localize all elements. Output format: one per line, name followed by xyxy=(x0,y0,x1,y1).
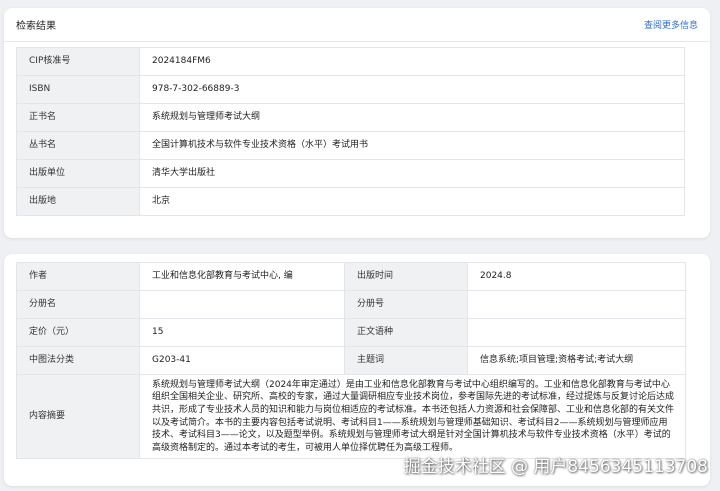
volume-name-label: 分册名 xyxy=(16,290,140,319)
result-card-title: 检索结果 xyxy=(16,21,56,32)
table-row: 出版单位 清华大学出版社 xyxy=(16,159,685,188)
subject-value: 信息系统;项目管理;资格考试;考试大纲 xyxy=(467,346,686,375)
field-value: 2024184FM6 xyxy=(139,47,685,76)
pubtime-label: 出版时间 xyxy=(344,262,468,291)
table-row: 中图法分类 G203-41 主题词 信息系统;项目管理;资格考试;考试大纲 xyxy=(16,346,686,375)
summary-value: 系统规划与管理师考试大纲（2024年审定通过）是由工业和信息化部教育与考试中心组… xyxy=(139,374,686,459)
table-row: 分册名 分册号 xyxy=(16,290,686,319)
table-row: 定价（元） 15 正文语种 xyxy=(16,318,686,347)
field-label: 正书名 xyxy=(16,103,140,132)
view-more-info-link[interactable]: 查阅更多信息 xyxy=(644,18,698,31)
field-value: 978-7-302-66889-3 xyxy=(139,75,685,104)
clc-value: G203-41 xyxy=(139,346,345,375)
summary-label: 内容摘要 xyxy=(16,374,140,459)
field-label: 丛书名 xyxy=(16,131,140,160)
language-value xyxy=(467,318,686,347)
pubtime-value: 2024.8 xyxy=(467,262,686,291)
field-label: CIP核准号 xyxy=(16,47,140,76)
field-label: 出版地 xyxy=(16,187,140,216)
table-row: 出版地 北京 xyxy=(16,187,685,216)
table-row: 丛书名 全国计算机技术与软件专业技术资格（水平）考试用书 xyxy=(16,131,685,160)
volume-no-value xyxy=(467,290,686,319)
price-label: 定价（元） xyxy=(16,318,140,347)
table-row: 内容摘要 系统规划与管理师考试大纲（2024年审定通过）是由工业和信息化部教育与… xyxy=(16,374,686,459)
table-row: 作者 工业和信息化部教育与考试中心, 编 出版时间 2024.8 xyxy=(16,262,686,291)
field-value: 全国计算机技术与软件专业技术资格（水平）考试用书 xyxy=(139,131,685,160)
price-value: 15 xyxy=(139,318,345,347)
table-row: CIP核准号 2024184FM6 xyxy=(16,47,685,76)
volume-name-value xyxy=(139,290,345,319)
language-label: 正文语种 xyxy=(344,318,468,347)
table-row: ISBN 978-7-302-66889-3 xyxy=(16,75,685,104)
clc-label: 中图法分类 xyxy=(16,346,140,375)
subject-label: 主题词 xyxy=(344,346,468,375)
table-row: 正书名 系统规划与管理师考试大纲 xyxy=(16,103,685,132)
watermark: 掘金技术社区 @ 用户8456345113708 xyxy=(403,457,708,477)
author-value: 工业和信息化部教育与考试中心, 编 xyxy=(139,262,345,291)
book-detail-table: 作者 工业和信息化部教育与考试中心, 编 出版时间 2024.8 分册名 分册号… xyxy=(16,262,686,459)
volume-no-label: 分册号 xyxy=(344,290,468,319)
field-label: ISBN xyxy=(16,75,140,104)
field-value: 北京 xyxy=(139,187,685,216)
result-card-header: 检索结果 查阅更多信息 xyxy=(4,8,710,42)
field-value: 系统规划与管理师考试大纲 xyxy=(139,103,685,132)
author-label: 作者 xyxy=(16,262,140,291)
cip-info-table: CIP核准号 2024184FM6 ISBN 978-7-302-66889-3 正书名… xyxy=(16,47,685,216)
field-label: 出版单位 xyxy=(16,159,140,188)
field-value: 清华大学出版社 xyxy=(139,159,685,188)
